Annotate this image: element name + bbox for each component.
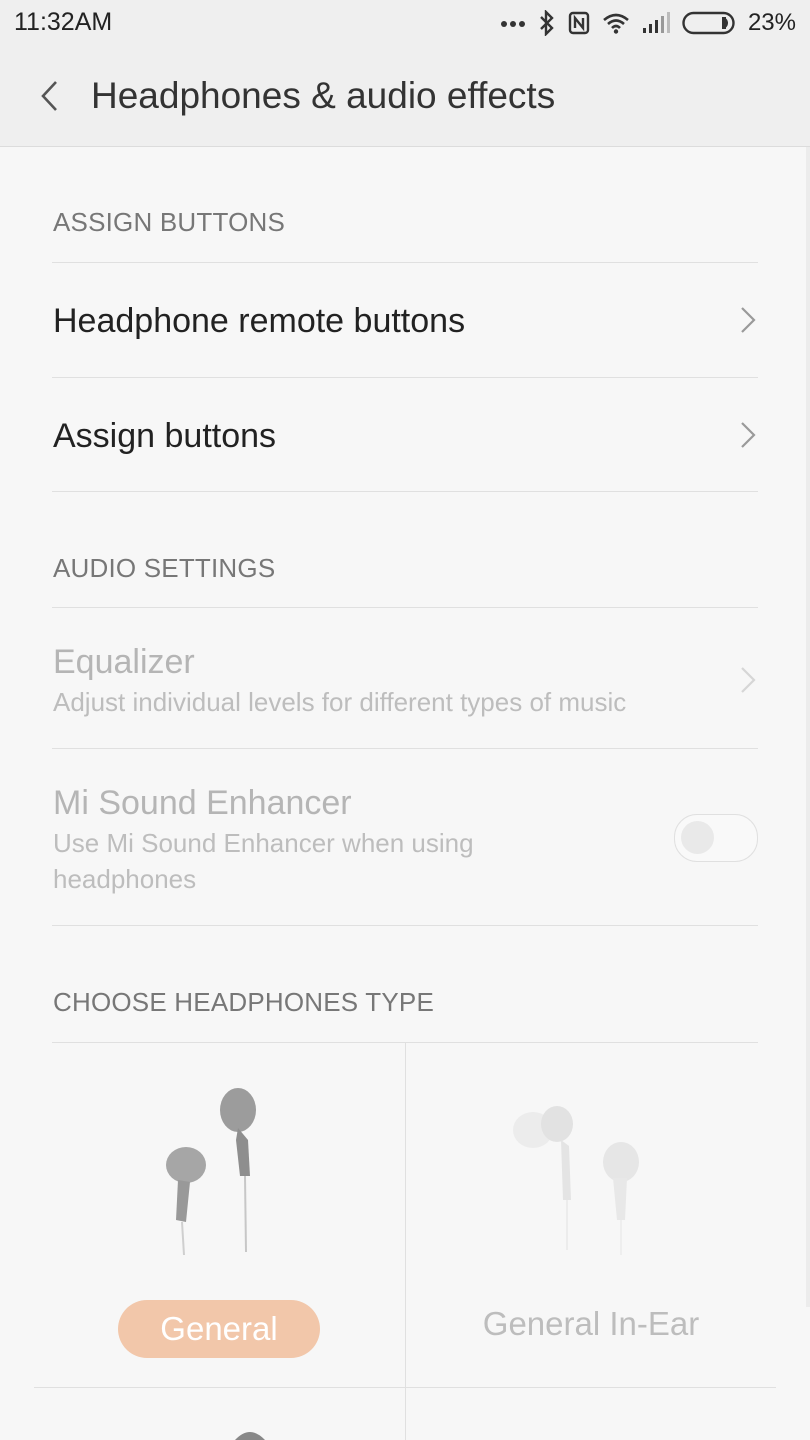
divider xyxy=(52,491,758,492)
battery-percent: 23% xyxy=(747,9,796,36)
signal-icon xyxy=(642,12,670,34)
nfc-icon xyxy=(568,11,590,35)
section-header-audio-settings: AUDIO SETTINGS xyxy=(53,553,276,583)
divider xyxy=(52,748,758,749)
general-option-pill: General xyxy=(118,1300,320,1358)
mi-sound-enhancer-subtitle-line1: Use Mi Sound Enhancer when using xyxy=(53,828,474,858)
equalizer-label: Equalizer xyxy=(53,643,195,681)
chevron-left-icon xyxy=(41,81,57,111)
headphone-icon-partial xyxy=(235,1432,265,1440)
general-option-label: General xyxy=(160,1310,278,1347)
scrollbar[interactable] xyxy=(806,147,810,1307)
status-icons: 23% xyxy=(500,8,796,38)
battery-icon xyxy=(682,11,736,35)
chevron-right-icon xyxy=(738,665,758,695)
divider xyxy=(52,377,758,378)
back-button[interactable] xyxy=(34,76,64,116)
grid-divider xyxy=(34,1387,776,1388)
more-dots-icon xyxy=(500,18,526,28)
earbuds-icon xyxy=(166,1088,256,1256)
divider xyxy=(52,607,758,608)
page-title: Headphones & audio effects xyxy=(91,75,556,116)
list-item-label: Assign buttons xyxy=(53,417,277,455)
chevron-right-icon xyxy=(738,420,758,450)
mi-sound-enhancer-subtitle-line2: headphones xyxy=(53,864,197,894)
mi-sound-enhancer-label: Mi Sound Enhancer xyxy=(53,784,352,822)
chevron-right-icon xyxy=(738,305,758,335)
divider xyxy=(52,262,758,263)
status-bar: 11:32AM 23% xyxy=(0,0,810,48)
bluetooth-icon xyxy=(538,10,556,36)
section-header-assign-buttons: ASSIGN BUTTONS xyxy=(53,207,286,237)
equalizer-subtitle: Adjust individual levels for different t… xyxy=(53,687,627,717)
divider xyxy=(52,925,758,926)
list-item-label: Headphone remote buttons xyxy=(53,302,466,340)
section-header-choose-headphones-type: CHOOSE HEADPHONES TYPE xyxy=(53,987,435,1017)
mi-sound-enhancer-toggle[interactable] xyxy=(674,814,758,862)
wifi-icon xyxy=(602,12,630,34)
general-in-ear-option-label: General In-Ear xyxy=(482,1305,700,1342)
in-ear-earbuds-icon xyxy=(513,1106,639,1255)
toggle-knob xyxy=(681,821,714,854)
title-bar: Headphones & audio effects xyxy=(0,48,810,147)
grid-divider xyxy=(405,1043,406,1440)
status-time: 11:32AM xyxy=(14,8,113,36)
